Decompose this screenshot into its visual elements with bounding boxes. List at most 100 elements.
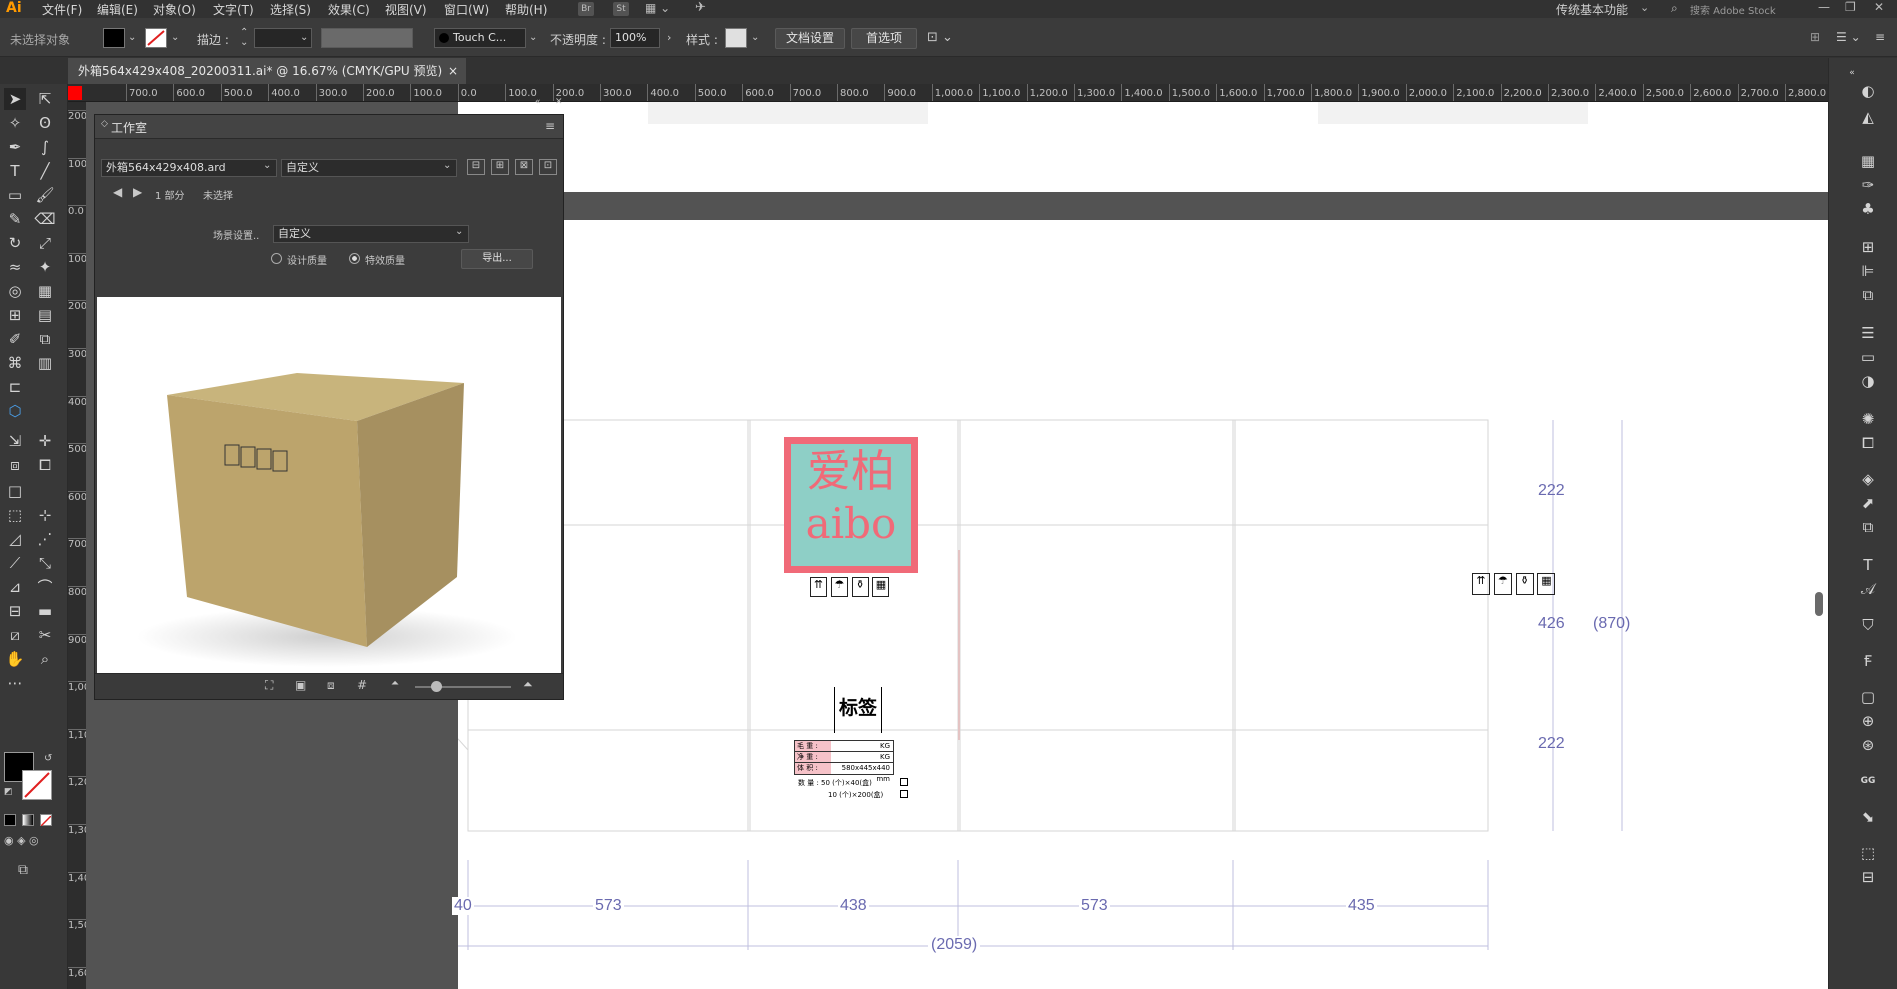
line-tool-icon[interactable]: ╱ bbox=[34, 160, 56, 182]
shape-builder-tool-icon[interactable]: ◎ bbox=[4, 280, 26, 302]
close-panel-icon[interactable]: ✕ bbox=[555, 97, 563, 107]
crease-tool-icon[interactable]: ⋰ bbox=[34, 528, 56, 550]
paintbrush-tool-icon[interactable]: 🖌 bbox=[34, 184, 56, 206]
menu-effect[interactable]: 效果(C) bbox=[328, 1, 370, 18]
artboards-panel-icon[interactable]: ⧉ bbox=[1857, 516, 1879, 538]
fold-less-icon[interactable]: ⏶ bbox=[391, 678, 399, 689]
document-info-icon[interactable]: ▢ bbox=[1857, 686, 1879, 708]
menu-type[interactable]: 文字(T) bbox=[213, 1, 254, 18]
eyedropper-tool-icon[interactable]: ✐ bbox=[4, 328, 26, 350]
close-window-icon[interactable]: ✕ bbox=[1874, 0, 1884, 14]
arrange-icon[interactable]: ⊡ ⌄ bbox=[927, 30, 953, 45]
libraries-panel-icon[interactable]: ⊟ bbox=[1857, 866, 1879, 888]
graphic-styles-panel-icon[interactable]: ⧠ bbox=[1857, 432, 1879, 454]
3d-box-tool-icon[interactable]: ⬡ bbox=[4, 400, 26, 422]
selection-tool-icon[interactable]: ➤ bbox=[4, 88, 26, 110]
stroke-stepper-icon[interactable]: ⌃ ⌄ bbox=[240, 28, 248, 48]
fold-slider-track[interactable] bbox=[415, 686, 511, 688]
knife-tool-icon[interactable]: ✂ bbox=[34, 624, 56, 646]
horizontal-ruler[interactable]: 700.0 600.0 500.0 400.0 300.0 200.0 100.0 0.0 10… bbox=[68, 84, 1828, 102]
artboard-top[interactable] bbox=[458, 102, 1828, 192]
dieline-rect-tool-icon[interactable]: ⬚ bbox=[4, 504, 26, 526]
appearance-panel-icon[interactable]: ✺ bbox=[1857, 408, 1879, 430]
stroke-swatch[interactable] bbox=[145, 28, 167, 48]
ruler-tool-icon[interactable]: ▬ bbox=[34, 600, 56, 622]
swap-fill-stroke-icon[interactable]: ↺ bbox=[44, 753, 52, 764]
layers-panel-icon[interactable]: ◈ bbox=[1857, 468, 1879, 490]
chevron-down-icon[interactable]: ⌄ bbox=[751, 32, 759, 43]
pathfinder-panel-icon[interactable]: ⧉ bbox=[1857, 284, 1879, 306]
edit-toolbar-icon[interactable]: ⋯ bbox=[4, 672, 26, 694]
gradient-tool-icon[interactable]: ▤ bbox=[34, 304, 56, 326]
document-tab[interactable]: 外箱564x429x408_20200311.ai* @ 16.67% (CMY… bbox=[68, 58, 466, 84]
panel-tool-icon[interactable]: ⧠ bbox=[34, 454, 56, 476]
scale-tool-icon[interactable]: ⤢ bbox=[34, 232, 56, 254]
anchor-tool-icon[interactable]: ⊹ bbox=[34, 504, 56, 526]
close-tab-icon[interactable]: × bbox=[448, 58, 458, 84]
view-preset-select[interactable]: 自定义 bbox=[281, 159, 457, 177]
background-icon[interactable]: ▣ bbox=[295, 678, 306, 692]
prev-part-icon[interactable]: ◀ bbox=[113, 185, 122, 199]
none-mode-icon[interactable] bbox=[40, 814, 52, 827]
asset-export-panel-icon[interactable]: ⬈ bbox=[1857, 492, 1879, 514]
chevron-down-icon[interactable]: ⌄ bbox=[171, 32, 179, 43]
artboard-tool-icon[interactable]: ⊏ bbox=[4, 376, 26, 398]
menu-select[interactable]: 选择(S) bbox=[270, 1, 311, 18]
grid-icon[interactable]: # bbox=[357, 678, 367, 692]
warp-tool-icon[interactable]: ≈ bbox=[4, 256, 26, 278]
layers-grid-icon[interactable]: ▦ bbox=[1857, 150, 1879, 172]
opacity-input[interactable]: 100% bbox=[610, 28, 660, 48]
stroke-color-swatch[interactable] bbox=[22, 770, 52, 800]
logo-block[interactable]: 爱柏 aibo bbox=[784, 437, 918, 573]
color-mode-icon[interactable] bbox=[4, 814, 16, 826]
menu-view[interactable]: 视图(V) bbox=[385, 1, 427, 18]
fold-tool-icon[interactable]: ⧈ bbox=[4, 454, 26, 476]
cut-line-tool-icon[interactable]: ◿ bbox=[4, 528, 26, 550]
panel-layout-icon[interactable]: ⊞ bbox=[1810, 30, 1820, 44]
menu-help[interactable]: 帮助(H) bbox=[505, 1, 547, 18]
dimension-tool-icon[interactable]: ⊟ bbox=[4, 600, 26, 622]
stock-search-input[interactable]: 搜索 Adobe Stock bbox=[1690, 2, 1776, 17]
studio-panel-header[interactable]: ◇ 工作室 ≡ bbox=[95, 115, 563, 139]
panel-menu-icon[interactable]: ☰ ⌄ bbox=[1836, 30, 1861, 44]
view-fit-icon[interactable]: ⊞ bbox=[491, 159, 509, 175]
arrange-documents-icon[interactable]: ▦ ⌄ bbox=[645, 1, 670, 15]
screen-mode-icon[interactable]: ⧉ bbox=[18, 862, 28, 878]
glyphs-panel-icon[interactable]: Ꞙ bbox=[1857, 650, 1879, 672]
default-colors-icon[interactable]: ◩ bbox=[4, 787, 13, 797]
symbols-panel-icon[interactable]: ♣ bbox=[1857, 198, 1879, 220]
type-tool-icon[interactable]: T bbox=[4, 160, 26, 182]
fit-view-icon[interactable]: ⛶ bbox=[265, 678, 273, 693]
minimize-icon[interactable]: — bbox=[1818, 0, 1830, 14]
workspace-switcher[interactable]: 传统基本功能 bbox=[1556, 1, 1628, 18]
square-tool-icon[interactable]: □ bbox=[4, 480, 26, 502]
brush-select[interactable]: Touch C... bbox=[434, 28, 526, 48]
model-file-select[interactable]: 外箱564x429x408.ard bbox=[101, 159, 277, 177]
view-front-icon[interactable]: ⊟ bbox=[467, 159, 485, 175]
gg-panel-icon[interactable]: GG bbox=[1857, 770, 1879, 792]
stock-icon[interactable]: St bbox=[613, 2, 629, 16]
menu-object[interactable]: 对象(O) bbox=[153, 1, 196, 18]
character-panel-icon[interactable]: T bbox=[1857, 554, 1879, 576]
collapse-arrows-icon[interactable]: « bbox=[535, 97, 541, 107]
arc-tool-icon[interactable]: ⌒ bbox=[34, 576, 56, 598]
chevron-right-icon[interactable]: › bbox=[667, 31, 671, 44]
rotate-tool-icon[interactable]: ↻ bbox=[4, 232, 26, 254]
slice-tool-icon[interactable]: ⧄ bbox=[4, 624, 26, 646]
3d-preview-viewport[interactable] bbox=[97, 297, 561, 673]
fold-more-icon[interactable]: ⏶ bbox=[523, 677, 533, 692]
direct-selection-tool-icon[interactable]: ⇱ bbox=[34, 88, 56, 110]
chevron-down-icon[interactable]: ⌄ bbox=[128, 32, 136, 43]
ruler-origin[interactable] bbox=[68, 86, 82, 100]
eraser-tool-icon[interactable]: ⌫ bbox=[34, 208, 56, 230]
column-graph-tool-icon[interactable]: ▥ bbox=[34, 352, 56, 374]
magic-wand-tool-icon[interactable]: ✧ bbox=[4, 112, 26, 134]
transform-panel-icon[interactable]: ⊞ bbox=[1857, 236, 1879, 258]
view-layout-icon[interactable]: ⊡ bbox=[539, 159, 557, 175]
next-part-icon[interactable]: ▶ bbox=[133, 185, 142, 199]
mesh-tool-icon[interactable]: ⊞ bbox=[4, 304, 26, 326]
fold-slider-thumb[interactable] bbox=[431, 681, 442, 692]
connect-tool-icon[interactable]: ⤡ bbox=[34, 552, 56, 574]
curvature-tool-icon[interactable]: ∫ bbox=[34, 136, 56, 158]
effect-quality-radio[interactable] bbox=[349, 253, 360, 264]
